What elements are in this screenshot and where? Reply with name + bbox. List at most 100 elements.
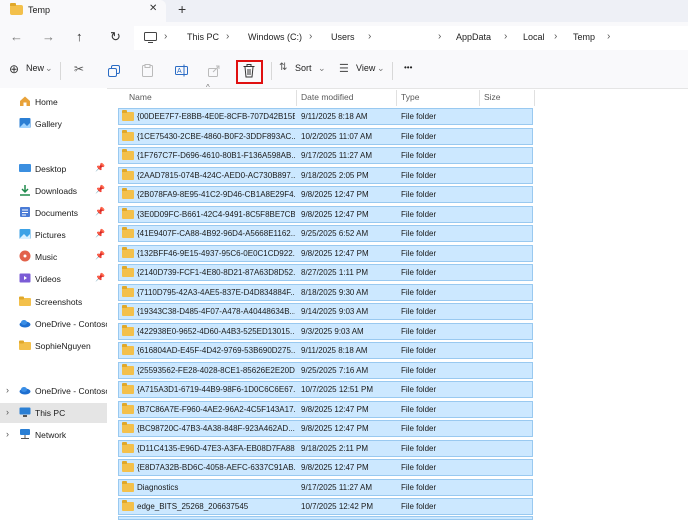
folder-icon	[122, 403, 134, 414]
sidebar-item-documents[interactable]: Documents 📌	[0, 203, 107, 223]
breadcrumb[interactable]: › This PC › Windows (C:) › Users › › App…	[134, 26, 688, 50]
sidebar-item-downloads[interactable]: Downloads 📌	[0, 181, 107, 201]
table-row[interactable]: {D11C4135-E96D-47E3-A3FA-EB08D7FA88... 9/…	[118, 440, 533, 457]
computer-icon	[144, 32, 157, 43]
downloads-icon	[20, 185, 30, 196]
chevron-right-icon: ›	[164, 31, 168, 42]
table-row[interactable]	[118, 516, 533, 520]
sidebar-item-this-pc[interactable]: › This PC	[0, 403, 107, 423]
up-icon[interactable]: ↑	[76, 29, 83, 44]
view-icon: ☰	[339, 63, 349, 75]
column-header-type[interactable]: Type	[401, 92, 419, 102]
breadcrumb-item[interactable]: Users	[331, 32, 355, 42]
table-row[interactable]: {E8D7A32B-BD6C-4058-AEFC-6337C91AB... 9/8…	[118, 459, 533, 476]
table-row[interactable]: {19343C38-D485-4F07-A478-A40448634B... 9/…	[118, 303, 533, 320]
folder-icon	[122, 442, 134, 453]
close-tab-icon[interactable]: ✕	[149, 3, 157, 14]
sidebar-item-onedrive-contoso[interactable]: › OneDrive - Contoso	[0, 381, 107, 401]
pin-icon: 📌	[95, 163, 105, 172]
file-date: 9/25/2025 6:52 AM	[301, 229, 369, 238]
sort-button[interactable]: Sort	[295, 63, 312, 73]
file-name: {1F767C7F-D696-4610-80B1-F136A598AB...	[137, 151, 295, 160]
column-divider[interactable]	[296, 90, 297, 106]
sidebar-item-music[interactable]: Music 📌	[0, 247, 107, 267]
address-bar: ← → ↑ ↻ › This PC › Windows (C:) › Users…	[0, 22, 688, 55]
copy-icon[interactable]	[108, 65, 120, 77]
home-icon	[20, 96, 30, 106]
chevron-right-icon: ›	[309, 31, 313, 42]
share-icon[interactable]	[208, 64, 221, 77]
back-icon[interactable]: ←	[10, 29, 23, 44]
table-row[interactable]: {B7C86A7E-F960-4AE2-96A2-4C5F143A17... 9/…	[118, 401, 533, 418]
chevron-right-icon[interactable]: ›	[6, 429, 9, 439]
table-row[interactable]: {1F767C7F-D696-4610-80B1-F136A598AB... 9/…	[118, 147, 533, 164]
table-row[interactable]: edge_BITS_25268_206637545 10/7/2025 12:42…	[118, 498, 533, 515]
navigation-pane: Home Gallery Desktop 📌 Downloads 📌 Docum…	[0, 88, 107, 520]
view-button[interactable]: View	[356, 63, 375, 73]
table-row[interactable]: {2B078FA9-8E95-41C2-9D46-CB1A8E29F4... 9/…	[118, 186, 533, 203]
table-row[interactable]: {A715A3D1-6719-44B9-98F6-1D0C6C6E67... 10…	[118, 381, 533, 398]
column-divider[interactable]	[479, 90, 480, 106]
tab-temp[interactable]: Temp ✕	[0, 0, 166, 22]
file-name: {616804AD-E45F-4D42-9769-53B690D275...	[137, 346, 295, 355]
table-row[interactable]: {2AAD7815-074B-424C-AED0-AC730B897... 9/1…	[118, 167, 533, 184]
new-tab-button[interactable]: +	[178, 1, 186, 17]
tab-title: Temp	[28, 5, 51, 15]
file-date: 9/17/2025 11:27 AM	[301, 483, 373, 492]
sidebar-item-home[interactable]: Home	[0, 92, 107, 112]
table-row[interactable]: {BC98720C-47B3-4A38-848F-923A462AD... 9/8…	[118, 420, 533, 437]
table-row[interactable]: {132BFF46-9E15-4937-95C6-0E0C1CD922... 9/…	[118, 245, 533, 262]
column-header-size[interactable]: Size	[484, 92, 501, 102]
chevron-right-icon[interactable]: ›	[6, 407, 9, 417]
table-row[interactable]: {3E0D09FC-B661-42C4-9491-8C5F8BE7CB... 9/…	[118, 206, 533, 223]
breadcrumb-item[interactable]: Local	[523, 32, 545, 42]
sidebar-item-screenshots[interactable]: Screenshots	[0, 292, 107, 312]
file-type: File folder	[401, 132, 437, 141]
file-name: {2140D739-FCF1-4E80-8D21-87A63D8D52...	[137, 268, 295, 277]
cut-icon[interactable]: ✂	[74, 62, 84, 76]
file-date: 8/18/2025 9:30 AM	[301, 288, 369, 297]
sidebar-item-gallery[interactable]: Gallery	[0, 114, 107, 134]
file-type: File folder	[401, 424, 437, 433]
sidebar-item-onedrive[interactable]: OneDrive - Contoso	[0, 314, 107, 334]
paste-icon[interactable]	[142, 64, 153, 77]
sidebar-item-pictures[interactable]: Pictures 📌	[0, 225, 107, 245]
file-name: {A715A3D1-6719-44B9-98F6-1D0C6C6E67...	[137, 385, 295, 394]
refresh-icon[interactable]: ↻	[110, 29, 121, 45]
delete-button-highlight[interactable]	[236, 60, 263, 84]
sidebar-item-network[interactable]: › Network	[0, 425, 107, 445]
more-options-button[interactable]: •••	[404, 63, 412, 72]
folder-icon	[122, 364, 134, 375]
table-row[interactable]: {41E9407F-CA88-4B92-96D4-A5668E1162... 9/…	[118, 225, 533, 242]
videos-icon	[19, 273, 31, 283]
sidebar-item-sophienguyen[interactable]: SophieNguyen	[0, 336, 107, 356]
column-divider[interactable]	[534, 90, 535, 106]
sidebar-item-videos[interactable]: Videos 📌	[0, 269, 107, 289]
table-row[interactable]: {616804AD-E45F-4D42-9769-53B690D275... 9/…	[118, 342, 533, 359]
table-row[interactable]: {7110D795-42A3-4AE5-837E-D4D834884F... 8/…	[118, 284, 533, 301]
folder-icon	[122, 227, 134, 238]
sidebar-item-desktop[interactable]: Desktop 📌	[0, 159, 107, 179]
file-date: 8/27/2025 1:11 PM	[301, 268, 369, 277]
rename-icon[interactable]: A	[175, 64, 188, 77]
table-row[interactable]: {25593562-FE28-4028-8CE1-85626E2E20D0} 9/…	[118, 362, 533, 379]
table-row[interactable]: {422938E0-9652-4D60-A4B3-525ED13015... 9/…	[118, 323, 533, 340]
table-row[interactable]: {00DEE7F7-E8BB-4E0E-8CFB-707D42B15B... 9/…	[118, 108, 533, 125]
forward-icon[interactable]: →	[42, 29, 55, 44]
column-header-name[interactable]: Name	[129, 92, 152, 102]
file-type: File folder	[401, 385, 437, 394]
column-divider[interactable]	[396, 90, 397, 106]
table-row[interactable]: {2140D739-FCF1-4E80-8D21-87A63D8D52... 8/…	[118, 264, 533, 281]
chevron-right-icon[interactable]: ›	[6, 385, 9, 395]
file-name: {1CE75430-2CBE-4860-B0F2-3DDF893AC...	[137, 132, 295, 141]
folder-icon	[122, 169, 134, 180]
file-date: 9/8/2025 12:47 PM	[301, 405, 369, 414]
table-row[interactable]: {1CE75430-2CBE-4860-B0F2-3DDF893AC... 10/…	[118, 128, 533, 145]
breadcrumb-item[interactable]: Temp	[573, 32, 595, 42]
breadcrumb-item[interactable]: Windows (C:)	[248, 32, 302, 42]
breadcrumb-item[interactable]: AppData	[456, 32, 491, 42]
new-button[interactable]: New	[26, 63, 44, 73]
breadcrumb-item[interactable]: This PC	[187, 32, 219, 42]
table-row[interactable]: Diagnostics 9/17/2025 11:27 AM File folder	[118, 479, 533, 496]
column-header-date[interactable]: Date modified	[301, 92, 353, 102]
